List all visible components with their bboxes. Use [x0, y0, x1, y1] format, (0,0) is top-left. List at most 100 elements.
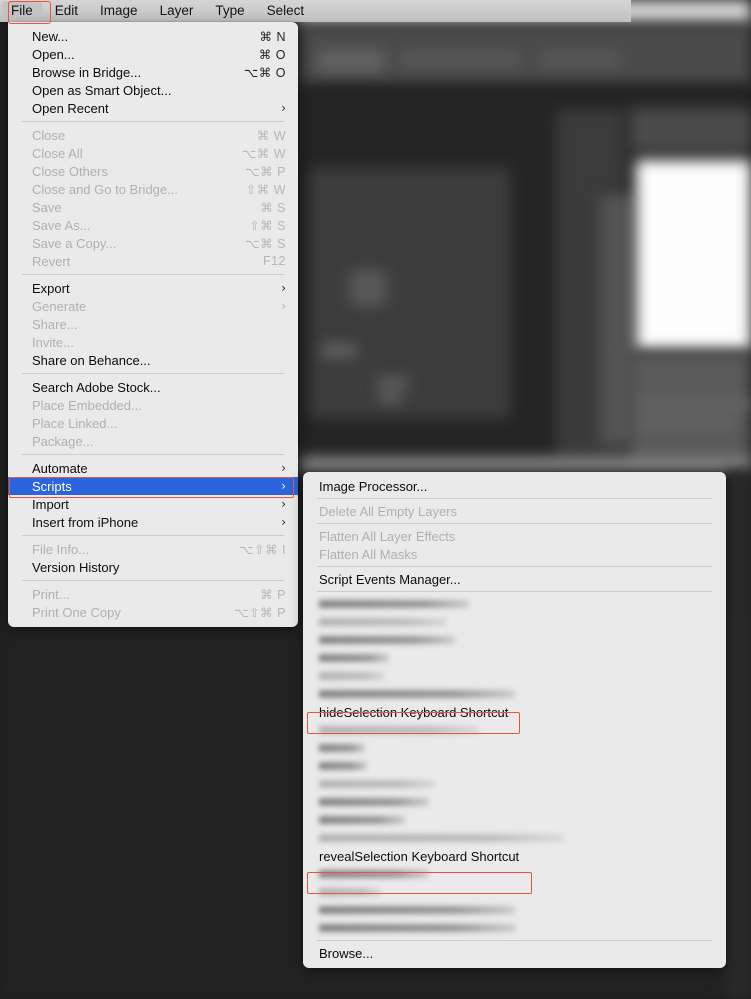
obscured-label: [319, 636, 455, 644]
obscured-label: [319, 780, 435, 788]
menu-item: Package...: [8, 432, 298, 450]
obscured-label: [319, 690, 515, 698]
menu-item[interactable]: Automate ›: [8, 459, 298, 477]
menu-item[interactable]: Version History: [8, 558, 298, 576]
obscured-label: [319, 816, 405, 824]
obscured-label: [319, 762, 367, 770]
menu-item-obscured[interactable]: [303, 793, 726, 811]
menubar-item-image[interactable]: Image: [91, 1, 147, 22]
menu-item-obscured[interactable]: [303, 685, 726, 703]
menubar-item-layer[interactable]: Layer: [151, 1, 203, 22]
menu-item[interactable]: Browse in Bridge... ⌥⌘ O: [8, 63, 298, 81]
menu-item[interactable]: revealSelection Keyboard Shortcut: [303, 847, 726, 865]
menu-item[interactable]: hideSelection Keyboard Shortcut: [303, 703, 726, 721]
menu-item-label: Export: [32, 280, 70, 296]
menu-item[interactable]: Export ›: [8, 279, 298, 297]
menu-item-shortcut: ⌘ P: [260, 587, 286, 602]
chevron-right-icon: ›: [281, 497, 286, 511]
chevron-right-icon: ›: [281, 515, 286, 529]
menu-item[interactable]: Open... ⌘ O: [8, 45, 298, 63]
obscured-label: [319, 888, 381, 896]
menu-item-obscured[interactable]: [303, 775, 726, 793]
menu-item[interactable]: Image Processor...: [303, 477, 726, 495]
obscured-label: [319, 600, 469, 608]
menu-item-shortcut: ⌘ W: [256, 128, 286, 143]
menu-item-obscured[interactable]: [303, 865, 726, 883]
menu-item-label: File Info...: [32, 541, 90, 557]
menu-item-label: hideSelection Keyboard Shortcut: [319, 704, 509, 720]
menu-item-obscured[interactable]: [303, 613, 726, 631]
chevron-right-icon: ›: [281, 101, 286, 115]
obscured-label: [319, 672, 385, 680]
menu-item-label: Close All: [32, 145, 83, 161]
menu-item-obscured[interactable]: [303, 901, 726, 919]
menubar[interactable]: File Edit Image Layer Type Select: [0, 0, 631, 22]
backdrop-bottom-rows-2: [640, 418, 735, 426]
menu-item-obscured[interactable]: [303, 721, 726, 739]
menu-item-obscured[interactable]: [303, 919, 726, 937]
menu-item[interactable]: Insert from iPhone ›: [8, 513, 298, 531]
menu-item-label: Scripts: [32, 478, 72, 494]
menu-item-shortcut: ⌥⇧⌘ I: [239, 542, 286, 557]
menu-separator: [317, 591, 712, 592]
menu-item-obscured[interactable]: [303, 739, 726, 757]
menu-item: Print One Copy ⌥⇧⌘ P: [8, 603, 298, 621]
menu-item[interactable]: Open as Smart Object...: [8, 81, 298, 99]
menu-item[interactable]: Share on Behance...: [8, 351, 298, 369]
menu-item-shortcut: ⌥⌘ W: [241, 146, 286, 161]
menu-item-label: Flatten All Masks: [319, 546, 418, 562]
menu-item-label: Place Embedded...: [32, 397, 142, 413]
menu-item-label: Version History: [32, 559, 120, 575]
menubar-item-type[interactable]: Type: [206, 1, 253, 22]
backdrop-properties-panel: [630, 108, 751, 152]
menu-item[interactable]: Browse...: [303, 944, 726, 962]
chevron-right-icon: ›: [281, 461, 286, 475]
menu-item-label: Open as Smart Object...: [32, 82, 172, 98]
menu-item-label: Print...: [32, 586, 70, 602]
menu-item[interactable]: Open Recent ›: [8, 99, 298, 117]
menu-item-obscured[interactable]: [303, 829, 726, 847]
menu-item-shortcut: ⌥⌘ P: [245, 164, 286, 179]
file-menu-panel[interactable]: New... ⌘ N Open... ⌘ O Browse in Bridge... ⌥⌘…: [8, 22, 298, 627]
menu-item-obscured[interactable]: [303, 883, 726, 901]
menu-item-obscured[interactable]: [303, 631, 726, 649]
menu-item: Share...: [8, 315, 298, 333]
menu-item[interactable]: Script Events Manager...: [303, 570, 726, 588]
backdrop-canvas-text: [322, 345, 356, 356]
obscured-label: [319, 744, 365, 752]
menu-item: Delete All Empty Layers: [303, 502, 726, 520]
menu-item-label: Close: [32, 127, 66, 143]
menu-item-label: Open...: [32, 46, 75, 62]
menu-item-label: Save a Copy...: [32, 235, 117, 251]
menu-item-label: Image Processor...: [319, 478, 428, 494]
menu-item[interactable]: Search Adobe Stock...: [8, 378, 298, 396]
menu-item: Invite...: [8, 333, 298, 351]
menu-item-label: Save: [32, 199, 62, 215]
menubar-item-file[interactable]: File: [2, 0, 42, 22]
menu-item[interactable]: Import ›: [8, 495, 298, 513]
menubar-item-edit[interactable]: Edit: [46, 1, 87, 22]
menu-item-shortcut: ⌘ S: [260, 200, 286, 215]
menu-item: File Info... ⌥⇧⌘ I: [8, 540, 298, 558]
menubar-item-select[interactable]: Select: [258, 1, 314, 22]
menu-item-label: Close Others: [32, 163, 108, 179]
menu-item-obscured[interactable]: [303, 649, 726, 667]
chevron-right-icon: ›: [281, 299, 286, 313]
menu-item[interactable]: New... ⌘ N: [8, 27, 298, 45]
obscured-label: [319, 726, 479, 734]
menu-separator: [22, 121, 284, 122]
menu-item-label: Open Recent: [32, 100, 109, 116]
menu-item-obscured[interactable]: [303, 595, 726, 613]
menu-item: Save a Copy... ⌥⌘ S: [8, 234, 298, 252]
menu-item-obscured[interactable]: [303, 667, 726, 685]
menu-item: Flatten All Masks: [303, 545, 726, 563]
menu-item-shortcut: ⇧⌘ S: [249, 218, 286, 233]
menu-item-obscured[interactable]: [303, 757, 726, 775]
menu-separator: [317, 523, 712, 524]
scripts-submenu-panel[interactable]: Image Processor... Delete All Empty Layer…: [303, 472, 726, 968]
menu-item-obscured[interactable]: [303, 811, 726, 829]
menu-item-label: Insert from iPhone: [32, 514, 139, 530]
menu-item-shortcut: ⌘ N: [259, 29, 286, 44]
menu-item-label: Place Linked...: [32, 415, 118, 431]
menu-item[interactable]: Scripts ›: [8, 477, 298, 495]
